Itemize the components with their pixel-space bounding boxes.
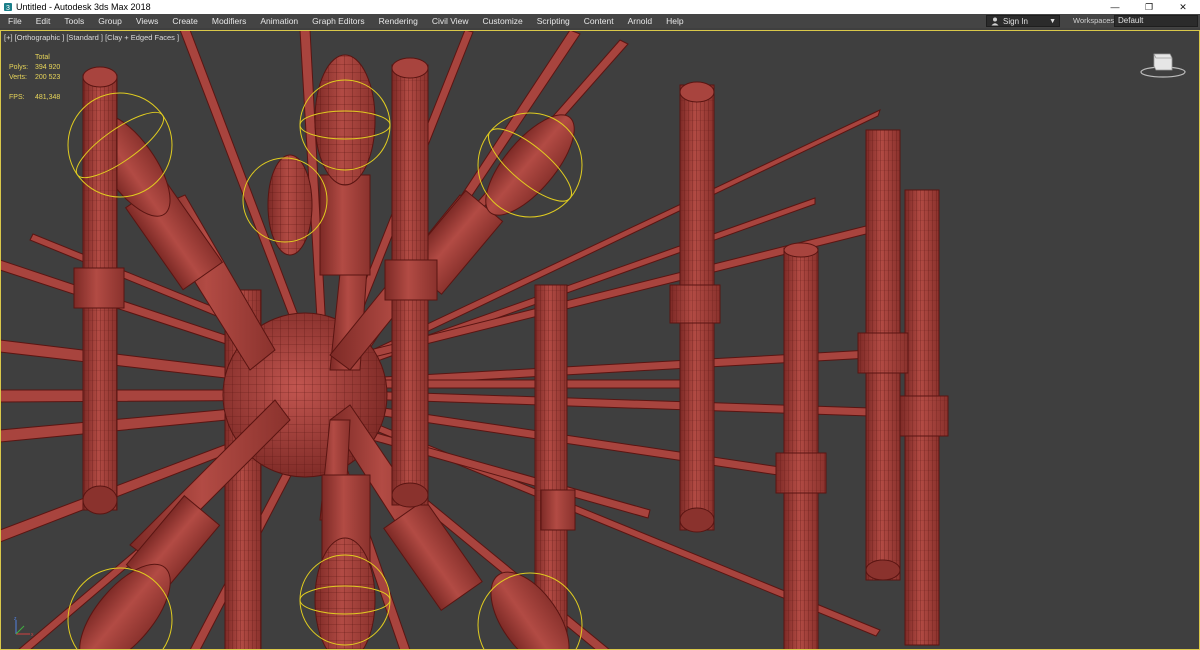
sign-in-dropdown[interactable]: Sign In ▼ [986, 15, 1060, 27]
sign-in-label: Sign In [1003, 16, 1028, 26]
verts-label: Verts: [9, 74, 27, 81]
chevron-down-icon: ▼ [1049, 18, 1056, 25]
menu-animation[interactable]: Animation [253, 14, 305, 28]
svg-text:z: z [14, 616, 17, 622]
close-button[interactable]: ✕ [1166, 0, 1200, 14]
menu-rendering[interactable]: Rendering [372, 14, 425, 28]
window-title: Untitled - Autodesk 3ds Max 2018 [16, 2, 151, 12]
menu-customize[interactable]: Customize [476, 14, 530, 28]
orthographic-viewport[interactable] [0, 30, 1200, 650]
menu-arnold[interactable]: Arnold [621, 14, 660, 28]
menu-graph-editors[interactable]: Graph Editors [305, 14, 371, 28]
workspaces-select[interactable]: Default [1114, 15, 1198, 27]
title-bar: 3 Untitled - Autodesk 3ds Max 2018 — ❐ ✕ [0, 0, 1200, 14]
user-icon [991, 17, 999, 26]
verts-value: 200 523 [35, 74, 61, 81]
menu-group[interactable]: Group [91, 14, 129, 28]
menu-edit[interactable]: Edit [29, 14, 58, 28]
app-icon: 3 [4, 3, 12, 12]
menu-scripting[interactable]: Scripting [530, 14, 577, 28]
minimize-button[interactable]: — [1098, 0, 1132, 14]
polys-value: 394 920 [35, 64, 61, 71]
menu-tools[interactable]: Tools [57, 14, 91, 28]
svg-text:x: x [31, 632, 34, 638]
svg-text:3: 3 [6, 5, 10, 12]
viewcube-icon[interactable] [1140, 50, 1186, 80]
stats-header: Total [35, 54, 50, 61]
maximize-button[interactable]: ❐ [1132, 0, 1166, 14]
menu-help[interactable]: Help [659, 14, 690, 28]
polys-label: Polys: [9, 64, 29, 71]
menu-civil-view[interactable]: Civil View [425, 14, 476, 28]
menu-modifiers[interactable]: Modifiers [205, 14, 253, 28]
axis-tripod-icon: x z [14, 616, 34, 638]
viewport-scene [0, 30, 949, 650]
fps-label: FPS: [9, 94, 25, 101]
menu-views[interactable]: Views [129, 14, 166, 28]
workspaces-label: Workspaces: [1073, 16, 1117, 25]
fps-value: 481,348 [35, 94, 61, 101]
menu-create[interactable]: Create [165, 14, 205, 28]
viewport-label-menu[interactable]: [+] [Orthographic ] [Standard ] [Clay + … [4, 33, 179, 42]
menu-file[interactable]: File [0, 14, 29, 28]
menu-content[interactable]: Content [577, 14, 621, 28]
viewport-statistics: Total Polys: 394 920 Verts: 200 523 FPS: 48… [9, 53, 60, 103]
